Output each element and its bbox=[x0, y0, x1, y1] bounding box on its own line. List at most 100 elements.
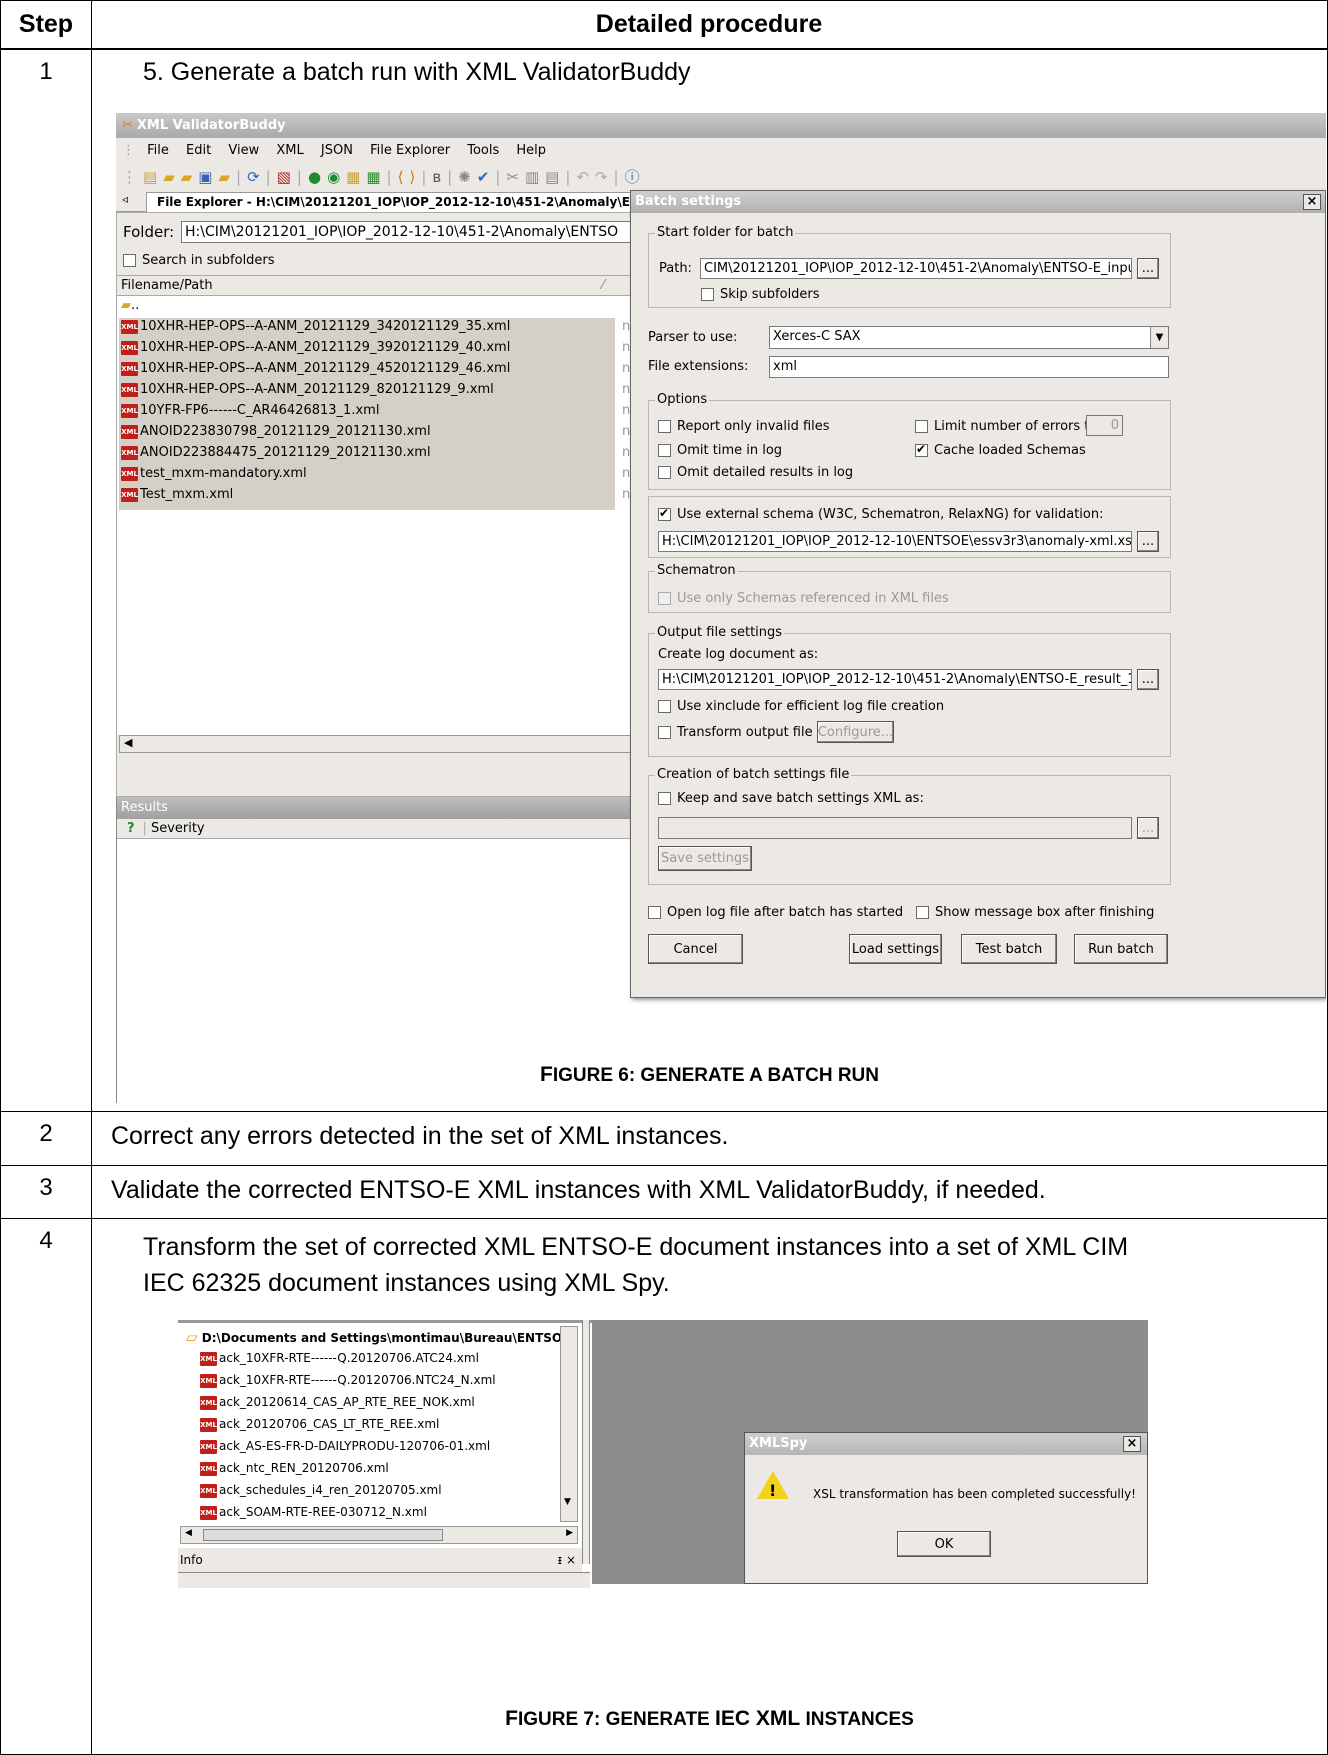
transform-output-checkbox[interactable] bbox=[658, 726, 671, 739]
menu-file-explorer[interactable]: File Explorer bbox=[370, 143, 450, 158]
horizontal-scrollbar[interactable]: ◀ bbox=[119, 735, 635, 753]
keep-save-checkbox[interactable] bbox=[658, 792, 671, 805]
search-subfolders-option[interactable]: Search in subfolders bbox=[123, 253, 275, 268]
xsl-icon[interactable]: ▧ bbox=[277, 168, 297, 186]
report-invalid-checkbox[interactable] bbox=[658, 420, 671, 433]
use-xinclude-checkbox[interactable] bbox=[658, 700, 671, 713]
skip-subfolders-option[interactable]: Skip subfolders bbox=[701, 287, 820, 302]
open-icon[interactable]: ▰ bbox=[163, 168, 181, 186]
limit-errors-input[interactable]: 0 bbox=[1086, 415, 1123, 436]
close-button[interactable]: × bbox=[1303, 194, 1321, 210]
check-icon[interactable]: ◉ bbox=[327, 168, 346, 186]
tree-file-item[interactable]: XML ack_schedules_i4_ren_20120705.xml bbox=[200, 1483, 442, 1498]
format-icon[interactable]: ⟨⟩ bbox=[398, 168, 422, 186]
tree-file-item[interactable]: XML ack_AS-ES-FR-D-DAILYPRODU-120706-01.x… bbox=[200, 1439, 490, 1454]
cache-schemas-checkbox[interactable] bbox=[915, 442, 928, 457]
menu-tools[interactable]: Tools bbox=[467, 143, 499, 158]
use-external-schema-checkbox[interactable] bbox=[658, 506, 671, 521]
skip-subfolders-checkbox[interactable] bbox=[701, 288, 714, 301]
batch-run-icon[interactable]: ▦ bbox=[366, 168, 386, 186]
file-item[interactable]: XML ANOID223884475_20121129_20121130.xml bbox=[121, 445, 431, 460]
schema-browse-button[interactable]: ... bbox=[1137, 531, 1159, 552]
file-item[interactable]: XML ANOID223830798_20121129_20121130.xml bbox=[121, 424, 431, 439]
info-icon[interactable]: ⓘ bbox=[625, 168, 646, 186]
limit-errors-option[interactable]: Limit number of errors to bbox=[915, 419, 1097, 434]
save-settings-button[interactable]: Save settings bbox=[658, 846, 752, 871]
redo-icon[interactable]: ↷ bbox=[595, 168, 614, 186]
menu-help[interactable]: Help bbox=[516, 143, 546, 158]
tree-root-folder[interactable]: ▱ D:\Documents and Settings\montimau\Bur… bbox=[186, 1328, 568, 1346]
tab-scroll-left-icon[interactable]: ◃ bbox=[122, 192, 128, 206]
new-file-icon[interactable]: ▤ bbox=[143, 168, 163, 186]
test-batch-button[interactable]: Test batch bbox=[961, 934, 1057, 964]
batch-settings-path-input[interactable] bbox=[658, 817, 1132, 839]
schema-path-input[interactable]: H:\CIM\20121201_IOP\IOP_2012-12-10\ENTSO… bbox=[658, 531, 1132, 552]
tree-file-item[interactable]: XML ack_20120706_CAS_LT_RTE_REE.xml bbox=[200, 1417, 439, 1432]
scroll-thumb[interactable] bbox=[203, 1529, 443, 1541]
menu-view[interactable]: View bbox=[228, 143, 259, 158]
load-settings-button[interactable]: Load settings bbox=[849, 934, 942, 964]
path-input[interactable]: CIM\20121201_IOP\IOP_2012-12-10\451-2\An… bbox=[700, 258, 1132, 279]
open-folder-icon[interactable]: ▰ bbox=[181, 168, 199, 186]
copy-icon[interactable]: ▥ bbox=[525, 168, 545, 186]
file-item[interactable]: XML Test_mxm.xml bbox=[121, 487, 233, 502]
run-batch-button[interactable]: Run batch bbox=[1074, 934, 1168, 964]
use-external-schema-option[interactable]: Use external schema (W3C, Schematron, Re… bbox=[658, 506, 1104, 522]
undo-icon[interactable]: ↶ bbox=[576, 168, 595, 186]
scroll-left-icon[interactable]: ◀ bbox=[185, 1528, 192, 1538]
keep-save-option[interactable]: Keep and save batch settings XML as: bbox=[658, 791, 924, 806]
menu-file[interactable]: File bbox=[147, 143, 169, 158]
log-path-input[interactable]: H:\CIM\20121201_IOP\IOP_2012-12-10\451-2… bbox=[658, 669, 1132, 690]
menu-edit[interactable]: Edit bbox=[186, 143, 211, 158]
menu-xml[interactable]: XML bbox=[276, 143, 303, 158]
cut-icon[interactable]: ✂ bbox=[506, 168, 525, 186]
tree-horizontal-scrollbar[interactable]: ◀ ▶ bbox=[180, 1526, 578, 1544]
omit-detailed-checkbox[interactable] bbox=[658, 466, 671, 479]
chevron-down-icon[interactable]: ▼ bbox=[1150, 327, 1168, 348]
log-browse-button[interactable]: ... bbox=[1137, 669, 1159, 690]
file-item[interactable]: XML 10YFR-FP6------C_AR46426813_1.xml bbox=[121, 403, 379, 418]
path-browse-button[interactable]: ... bbox=[1137, 258, 1159, 279]
parent-folder-item[interactable]: ▰.. bbox=[121, 298, 139, 313]
settings-icon[interactable]: ✺ bbox=[458, 168, 477, 186]
ok-button[interactable]: OK bbox=[897, 1531, 991, 1557]
byte-icon[interactable]: ʙ bbox=[432, 168, 447, 186]
tree-vertical-scrollbar[interactable]: ▼ bbox=[560, 1326, 578, 1522]
xmlspy-close-button[interactable]: × bbox=[1123, 1436, 1141, 1452]
file-item[interactable]: XML 10XHR-HEP-OPS--A-ANM_20121129_3920121… bbox=[121, 340, 510, 355]
open-log-checkbox[interactable] bbox=[648, 906, 661, 919]
scroll-right-icon[interactable]: ▶ bbox=[566, 1528, 573, 1538]
help-check-icon[interactable]: ✔ bbox=[477, 168, 496, 186]
tree-file-item[interactable]: XML ack_SOAM-RTE-REE-030712_N.xml bbox=[200, 1505, 427, 1520]
extensions-input[interactable]: xml bbox=[769, 356, 1169, 378]
menu-json[interactable]: JSON bbox=[321, 143, 353, 158]
file-explorer-tab[interactable]: File Explorer - H:\CIM\20121201_IOP\IOP_… bbox=[146, 192, 636, 212]
open-log-option[interactable]: Open log file after batch has started bbox=[648, 905, 903, 920]
file-item[interactable]: XML 10XHR-HEP-OPS--A-ANM_20121129_3420121… bbox=[121, 319, 510, 334]
search-subfolders-checkbox[interactable] bbox=[123, 254, 136, 267]
omit-time-option[interactable]: Omit time in log bbox=[658, 443, 782, 458]
omit-detailed-option[interactable]: Omit detailed results in log bbox=[658, 465, 853, 480]
report-invalid-option[interactable]: Report only invalid files bbox=[658, 419, 830, 434]
tree-file-item[interactable]: XML ack_10XFR-RTE------Q.20120706.ATC24.x… bbox=[200, 1351, 479, 1366]
scroll-left-icon[interactable]: ◀ bbox=[124, 736, 132, 749]
tree-file-item[interactable]: XML ack_ntc_REN_20120706.xml bbox=[200, 1461, 389, 1476]
use-only-schemas-checkbox[interactable] bbox=[658, 592, 671, 605]
cancel-button[interactable]: Cancel bbox=[648, 934, 743, 964]
parser-select[interactable]: Xerces-C SAX ▼ bbox=[769, 326, 1169, 349]
save-all-icon[interactable]: ▰ bbox=[218, 168, 236, 186]
refresh-icon[interactable]: ⟳ bbox=[247, 168, 266, 186]
cache-schemas-option[interactable]: Cache loaded Schemas bbox=[915, 442, 1086, 458]
paste-icon[interactable]: ▤ bbox=[545, 168, 565, 186]
file-item[interactable]: XML 10XHR-HEP-OPS--A-ANM_20121129_8201211… bbox=[121, 382, 494, 397]
use-xinclude-option[interactable]: Use xinclude for efficient log file crea… bbox=[658, 699, 944, 714]
configure-button[interactable]: Configure... bbox=[817, 721, 894, 743]
severity-column[interactable]: Severity bbox=[151, 821, 205, 836]
use-only-schemas-option[interactable]: Use only Schemas referenced in XML files bbox=[658, 591, 949, 606]
folder-input[interactable]: H:\CIM\20121201_IOP\IOP_2012-12-10\451-2… bbox=[181, 221, 641, 243]
save-icon[interactable]: ▣ bbox=[198, 168, 218, 186]
tree-splitter[interactable] bbox=[582, 1320, 590, 1564]
show-message-option[interactable]: Show message box after finishing bbox=[916, 905, 1154, 920]
pin-close-icons[interactable]: ᵻ × bbox=[558, 1548, 576, 1572]
tree-file-item[interactable]: XML ack_10XFR-RTE------Q.20120706.NTC24_N… bbox=[200, 1373, 496, 1388]
